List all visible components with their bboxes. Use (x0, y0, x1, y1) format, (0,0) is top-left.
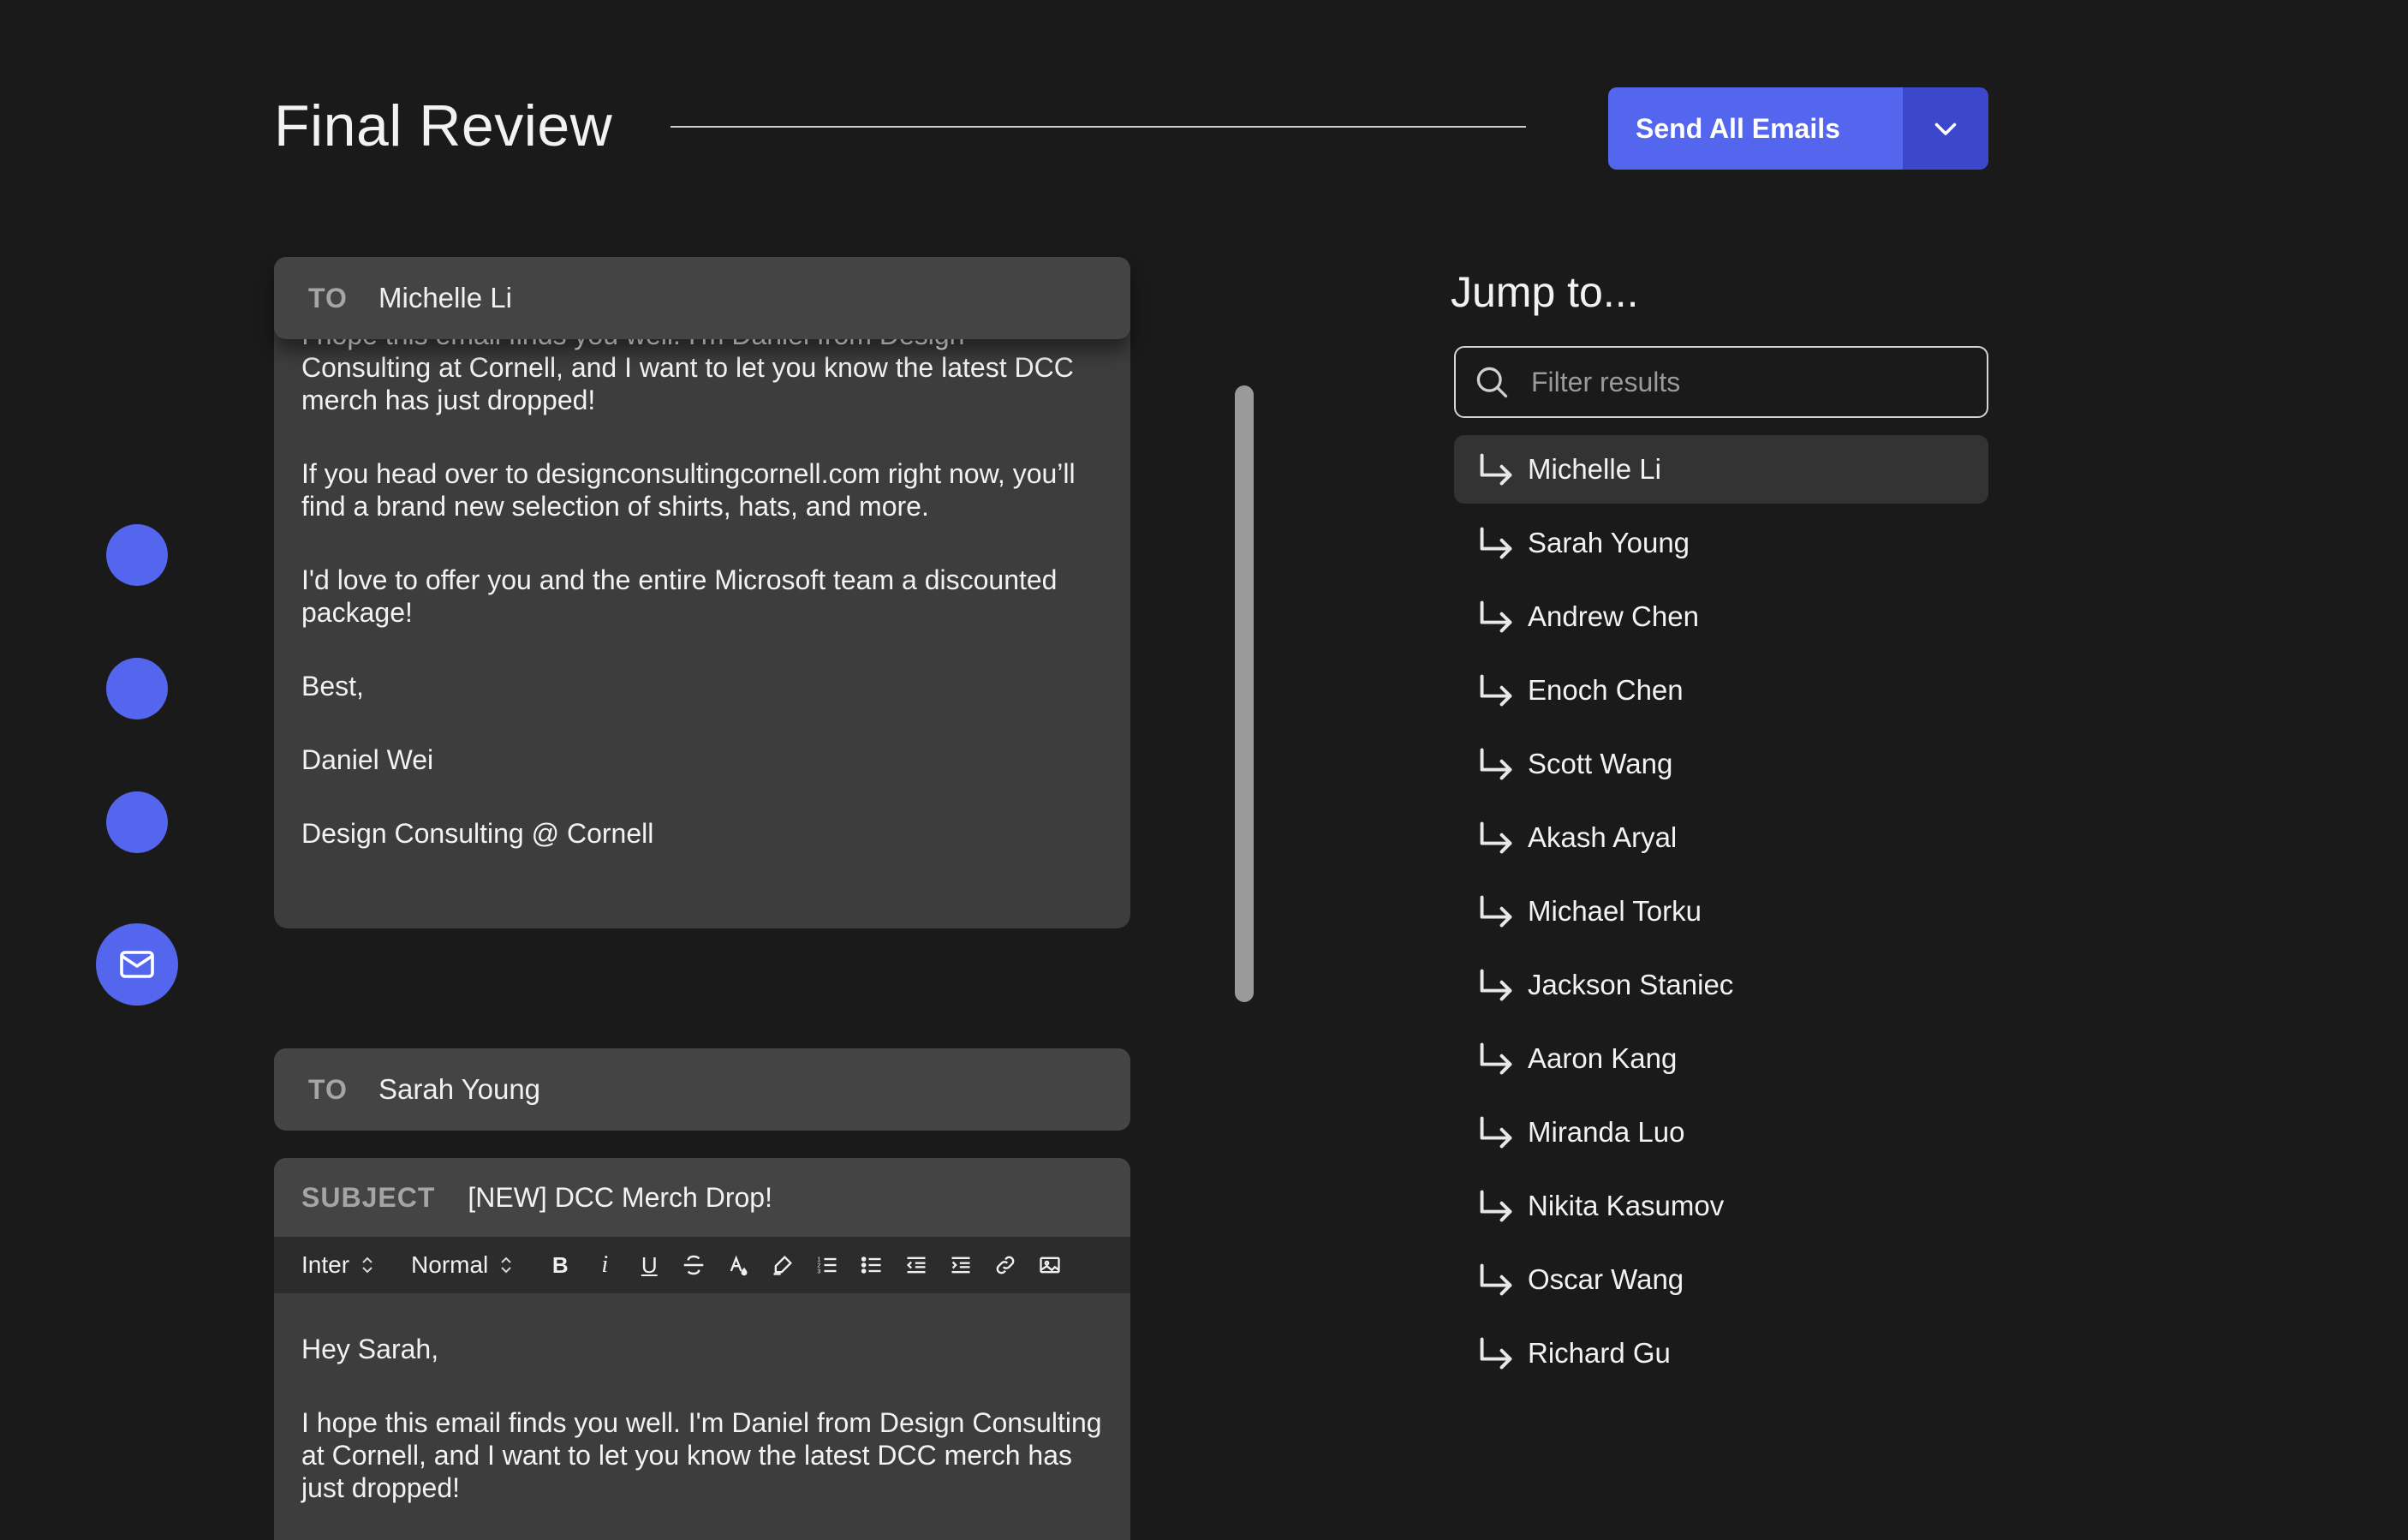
jump-item-sarah-young[interactable]: Sarah Young (1454, 509, 1988, 577)
email-body-sarah[interactable]: Hey Sarah, I hope this email finds you w… (274, 1293, 1130, 1540)
jump-item-andrew-chen[interactable]: Andrew Chen (1454, 582, 1988, 651)
svg-text:2: 2 (818, 1262, 821, 1268)
send-options-dropdown-button[interactable] (1903, 87, 1988, 170)
jump-item-nikita-kasumov[interactable]: Nikita Kasumov (1454, 1172, 1988, 1240)
underline-icon[interactable]: U (627, 1248, 671, 1282)
jump-item-label: Nikita Kasumov (1528, 1190, 1725, 1221)
jump-item-oscar-wang[interactable]: Oscar Wang (1454, 1245, 1988, 1314)
jump-item-label: Miranda Luo (1528, 1116, 1685, 1148)
svg-text:1: 1 (818, 1256, 821, 1262)
search-icon (1476, 367, 1508, 398)
select-caret-icon (500, 1256, 512, 1274)
title-divider (671, 126, 1526, 128)
subject-field[interactable]: SUBJECT [NEW] DCC Merch Drop! (274, 1158, 1130, 1237)
step-dot-3[interactable] (106, 791, 168, 853)
return-arrow-icon (1480, 674, 1512, 707)
return-arrow-icon (1480, 1263, 1512, 1296)
step-dot-2[interactable] (106, 658, 168, 719)
jump-item-label: Oscar Wang (1528, 1263, 1684, 1295)
return-arrow-icon (1480, 821, 1512, 854)
jump-item-scott-wang[interactable]: Scott Wang (1454, 730, 1988, 798)
jump-item-michael-torku[interactable]: Michael Torku (1454, 877, 1988, 946)
jump-item-label: Jackson Staniec (1528, 969, 1734, 1000)
email-paragraph: I hope this email finds you well. I'm Da… (301, 1407, 1102, 1503)
bold-icon[interactable]: B (538, 1248, 582, 1282)
to-field-sarah[interactable]: TO Sarah Young (274, 1048, 1130, 1131)
jump-item-label: Sarah Young (1528, 527, 1690, 558)
step-review-mail[interactable] (96, 923, 178, 1006)
highlight-icon[interactable] (760, 1248, 805, 1282)
jump-item-label: Andrew Chen (1528, 600, 1699, 632)
indent-icon[interactable] (939, 1248, 983, 1282)
return-arrow-icon (1480, 600, 1512, 633)
mail-icon (120, 951, 154, 978)
jump-to-title: Jump to... (1451, 268, 1639, 316)
subject-label: SUBJECT (301, 1181, 436, 1213)
jump-item-label: Enoch Chen (1528, 674, 1684, 706)
to-label: TO (308, 282, 348, 313)
email-paragraph: Hey Sarah, (301, 1334, 439, 1364)
return-arrow-icon (1480, 1337, 1512, 1370)
text-color-icon[interactable] (716, 1248, 760, 1282)
step-dot-1[interactable] (106, 524, 168, 586)
select-caret-icon (361, 1256, 373, 1274)
recipient-name: Sarah Young (378, 1073, 541, 1105)
return-arrow-icon (1480, 1042, 1512, 1075)
jump-item-akash-aryal[interactable]: Akash Aryal (1454, 803, 1988, 872)
scrollbar-thumb[interactable] (1235, 385, 1254, 1002)
return-arrow-icon (1480, 969, 1512, 1001)
bullet-list-icon[interactable] (849, 1248, 894, 1282)
jump-item-aaron-kang[interactable]: Aaron Kang (1454, 1024, 1988, 1093)
email-paragraph: Daniel Wei (301, 744, 434, 775)
jump-item-miranda-luo[interactable]: Miranda Luo (1454, 1098, 1988, 1167)
recipient-name: Michelle Li (378, 282, 512, 313)
return-arrow-icon (1480, 748, 1512, 780)
jump-item-label: Michelle Li (1528, 453, 1661, 485)
jump-list: Michelle Li Sarah Young Andrew Chen Enoc… (1454, 435, 1988, 1393)
email-paragraph: I'd love to offer you and the entire Mic… (301, 564, 1058, 628)
jump-item-label: Akash Aryal (1528, 821, 1678, 853)
to-label: TO (308, 1073, 348, 1105)
return-arrow-icon (1480, 1116, 1512, 1149)
return-arrow-icon (1480, 527, 1512, 559)
send-all-split-button: Send All Emails (1608, 87, 1988, 170)
font-family-value: Inter (301, 1251, 350, 1278)
email-editor-sarah: SUBJECT [NEW] DCC Merch Drop! Inter Norm… (274, 1158, 1130, 1540)
jump-item-label: Aaron Kang (1528, 1042, 1678, 1074)
jump-item-label: Scott Wang (1528, 748, 1673, 779)
outdent-icon[interactable] (894, 1248, 939, 1282)
svg-text:3: 3 (818, 1268, 821, 1274)
jump-item-label: Michael Torku (1528, 895, 1702, 927)
send-all-emails-button[interactable]: Send All Emails (1608, 87, 1903, 170)
link-icon[interactable] (983, 1248, 1028, 1282)
to-field-michelle[interactable]: TO Michelle Li (274, 257, 1130, 339)
jump-item-enoch-chen[interactable]: Enoch Chen (1454, 656, 1988, 725)
formatting-toolbar: Inter Normal B i U 123 (274, 1237, 1130, 1293)
filter-search-box (1454, 346, 1988, 418)
strikethrough-icon[interactable] (671, 1248, 716, 1282)
font-size-value: Normal (411, 1251, 489, 1278)
jump-item-label: Richard Gu (1528, 1337, 1671, 1369)
ordered-list-icon[interactable]: 123 (805, 1248, 849, 1282)
email-paragraph: Best, (301, 671, 364, 701)
email-paragraph: If you head over to designconsultingcorn… (301, 458, 1076, 522)
subject-value: [NEW] DCC Merch Drop! (468, 1181, 772, 1213)
jump-item-jackson-staniec[interactable]: Jackson Staniec (1454, 951, 1988, 1019)
return-arrow-icon (1480, 453, 1512, 486)
image-icon[interactable] (1028, 1248, 1072, 1282)
email-body-michelle[interactable]: I hope this email finds you well. I'm Da… (274, 291, 1130, 928)
filter-input[interactable] (1529, 365, 1978, 399)
jump-item-michelle-li[interactable]: Michelle Li (1454, 435, 1988, 504)
chevron-down-icon (1934, 122, 1957, 135)
return-arrow-icon (1480, 895, 1512, 928)
font-size-select[interactable]: Normal (411, 1251, 512, 1279)
email-paragraph: Consulting at Cornell, and I want to let… (301, 352, 1074, 415)
font-family-select[interactable]: Inter (301, 1251, 373, 1279)
jump-item-richard-gu[interactable]: Richard Gu (1454, 1319, 1988, 1388)
page-title: Final Review (274, 93, 613, 158)
email-paragraph: Design Consulting @ Cornell (301, 818, 654, 849)
italic-icon[interactable]: i (582, 1248, 627, 1282)
return-arrow-icon (1480, 1190, 1512, 1222)
